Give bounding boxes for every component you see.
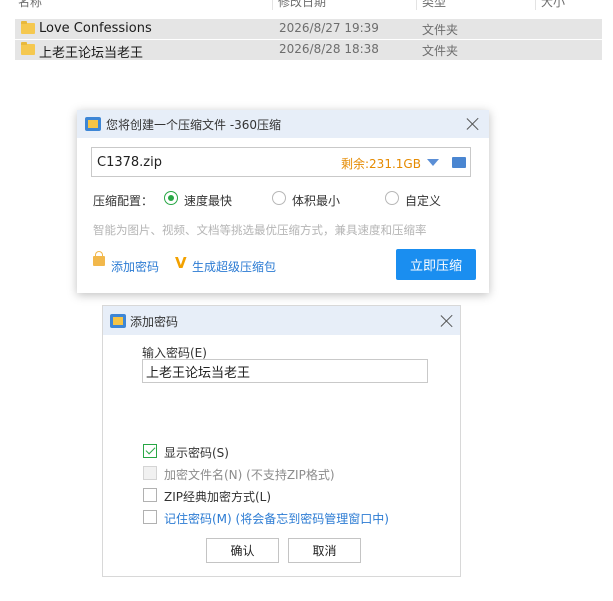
password-dialog: 添加密码 输入密码(E) 上老王论坛当老王 显示密码(S) 加密文件名(N) (… [102,305,461,577]
dialog-title: 您将创建一个压缩文件 -360压缩 [106,118,282,132]
super-zip-link[interactable]: 生成超级压缩包 [192,258,276,275]
close-icon[interactable] [440,314,454,328]
radio-fastest-label[interactable]: 速度最快 [184,192,232,209]
add-password-link[interactable]: 添加密码 [111,258,159,275]
dialog-title: 添加密码 [130,315,179,329]
file-type: 文件夹 [422,23,459,37]
column-divider[interactable] [272,0,273,10]
zip-classic-encryption-label[interactable]: ZIP经典加密方式(L) [164,488,271,505]
360zip-icon [110,314,126,328]
remember-password-checkbox[interactable] [143,510,157,524]
v-badge-icon[interactable]: V [175,254,187,272]
lock-icon[interactable] [93,251,105,266]
column-divider[interactable] [416,0,417,10]
archive-filename[interactable]: C1378.zip [97,155,162,170]
folder-icon [21,42,35,55]
close-icon[interactable] [466,117,480,131]
file-row[interactable]: Love Confessions 2026/8/27 19:39 文件夹 [15,19,602,39]
dropdown-arrow-icon[interactable] [427,159,439,166]
file-date: 2026/8/28 18:38 [279,42,379,56]
file-name: 上老王论坛当老王 [39,46,144,61]
radio-fastest[interactable] [164,191,178,205]
radio-custom-label[interactable]: 自定义 [405,192,441,209]
360zip-icon [85,117,101,131]
file-row[interactable]: 上老王论坛当老王 2026/8/28 18:38 文件夹 [15,40,602,61]
compress-dialog-titlebar[interactable]: 您将创建一个压缩文件 -360压缩 [77,110,489,138]
file-date: 2026/8/27 19:39 [279,21,379,35]
radio-custom[interactable] [385,191,399,205]
cancel-button[interactable]: 取消 [288,538,361,563]
confirm-button[interactable]: 确认 [206,538,279,563]
compress-dialog: 您将创建一个压缩文件 -360压缩 C1378.zip 剩余:231.1GB 压… [77,110,489,293]
remember-password-label[interactable]: 记住密码(M) (将会备忘到密码管理窗口中) [164,510,389,527]
zip-classic-encryption-checkbox[interactable] [143,488,157,502]
compress-config-label: 压缩配置： [93,194,154,208]
compress-hint: 智能为图片、视频、文档等挑选最优压缩方式，兼具速度和压缩率 [93,223,427,237]
compress-now-button[interactable]: 立即压缩 [396,249,476,280]
column-header: 名称 修改日期 类型 大小 [0,0,613,10]
column-size[interactable]: 大小 [541,0,565,10]
column-name[interactable]: 名称 [18,0,42,10]
show-password-checkbox[interactable] [143,444,157,458]
folder-browse-icon[interactable] [452,157,466,168]
folder-icon [21,21,35,34]
column-date[interactable]: 修改日期 [278,0,326,10]
radio-smallest-label[interactable]: 体积最小 [292,192,340,209]
radio-smallest[interactable] [272,191,286,205]
file-type: 文件夹 [422,44,459,58]
password-input[interactable]: 上老王论坛当老王 [142,359,428,383]
encrypt-filenames-checkbox [143,466,157,480]
column-divider[interactable] [535,0,536,10]
encrypt-filenames-label: 加密文件名(N) (不支持ZIP格式) [164,468,335,482]
column-type[interactable]: 类型 [422,0,446,10]
show-password-label[interactable]: 显示密码(S) [164,444,229,461]
file-name: Love Confessions [39,21,152,36]
free-space-label: 剩余:231.1GB [341,157,421,171]
password-dialog-titlebar[interactable]: 添加密码 [103,306,460,335]
archive-name-field[interactable]: C1378.zip 剩余:231.1GB [91,147,471,177]
